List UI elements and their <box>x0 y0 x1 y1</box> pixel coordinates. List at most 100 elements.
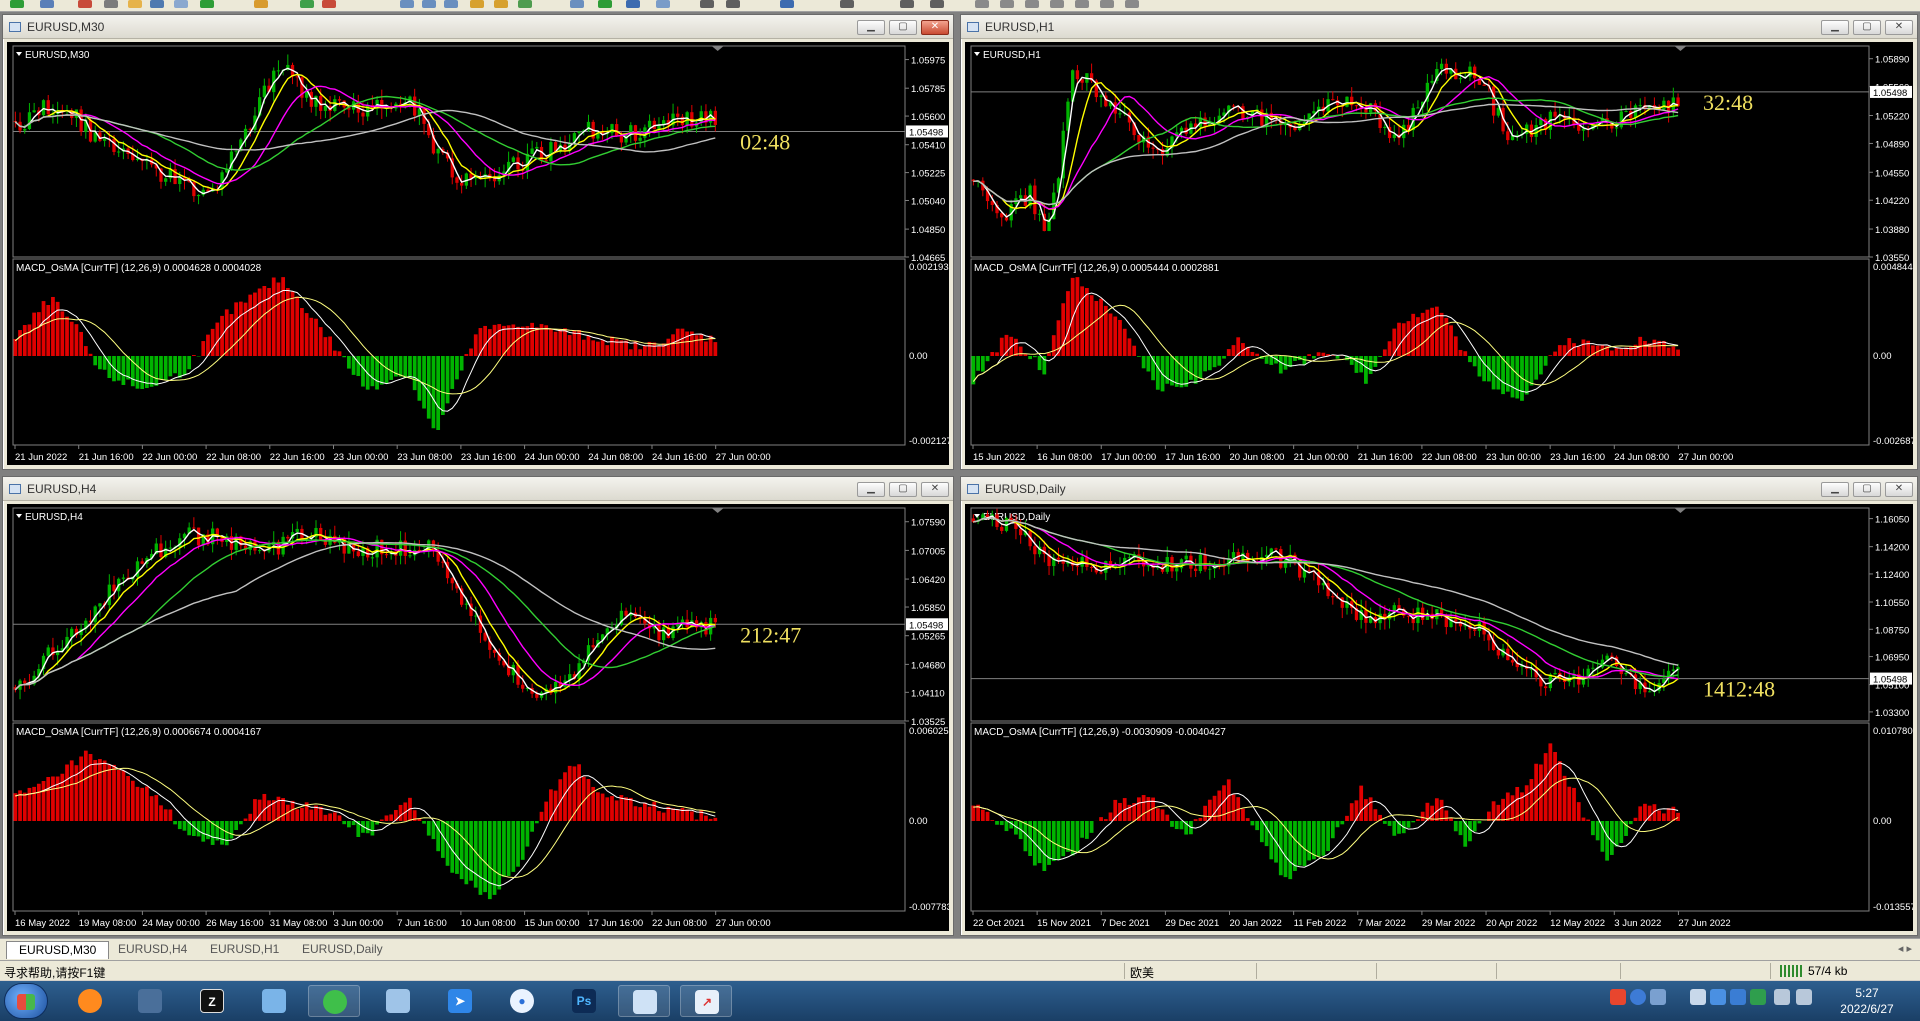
period-h4-icon[interactable] <box>1100 0 1114 8</box>
taskbar-metatrader[interactable]: ↗ <box>680 985 732 1017</box>
taskbar-baidu[interactable]: ● <box>496 985 548 1017</box>
window-titlebar[interactable]: EURUSD,Daily ▁ ▢ ✕ <box>961 477 1917 501</box>
defender-icon[interactable] <box>1750 989 1766 1005</box>
ime-icon[interactable] <box>1650 989 1666 1005</box>
taskbar-wechat[interactable] <box>308 985 360 1017</box>
security-shield-icon[interactable] <box>1730 989 1746 1005</box>
close-button[interactable]: ✕ <box>1885 20 1913 35</box>
tab-eurusd-daily[interactable]: EURUSD,Daily <box>290 941 395 959</box>
help-icon[interactable] <box>1630 989 1646 1005</box>
taskbar-text-editor[interactable]: Z <box>186 985 238 1017</box>
cursor-icon[interactable] <box>700 0 714 8</box>
crosshair-icon[interactable] <box>726 0 740 8</box>
chart-window-icon <box>9 484 21 494</box>
autotrading-icon[interactable] <box>300 0 314 8</box>
periods-icon[interactable] <box>626 0 640 8</box>
zoom-out-icon[interactable] <box>494 0 508 8</box>
chart-window-m30[interactable]: EURUSD,M30 ▁ ▢ ✕ EURUSD,M30 1.05975 1.0578… <box>2 14 954 470</box>
minimize-button[interactable]: ▁ <box>1821 20 1849 35</box>
taskbar-computer[interactable] <box>248 985 300 1017</box>
minimize-button[interactable]: ▁ <box>1821 482 1849 497</box>
terminal-icon[interactable] <box>150 0 164 8</box>
taskbar-browser[interactable] <box>64 985 116 1017</box>
chart-area[interactable]: EURUSD,H4 1.07590 1.07005 1.06420 1.05850 1.0… <box>7 504 949 931</box>
candle-body <box>234 150 238 152</box>
templates-icon[interactable] <box>656 0 670 8</box>
period-m15-icon[interactable] <box>1025 0 1039 8</box>
ma-yellow-line <box>973 71 1679 210</box>
window-titlebar[interactable]: EURUSD,H1 ▁ ▢ ✕ <box>961 15 1917 39</box>
x-tick-label: 24 Jun 08:00 <box>588 452 643 463</box>
zoom-in-icon[interactable] <box>470 0 484 8</box>
candle-body <box>140 561 144 564</box>
trendline-icon[interactable] <box>780 0 794 8</box>
profiles-icon[interactable] <box>40 0 54 8</box>
indicators-icon[interactable] <box>598 0 612 8</box>
sogou-icon[interactable] <box>1610 989 1626 1005</box>
taskbar-clock[interactable]: 5:27 2022/6/27 <box>1822 985 1912 1017</box>
tester-icon[interactable] <box>174 0 188 8</box>
autotrading-status-icon[interactable] <box>322 0 336 8</box>
period-d1-icon[interactable] <box>1125 0 1139 8</box>
period-m1-icon[interactable] <box>975 0 989 8</box>
taskbar-network[interactable] <box>124 985 176 1017</box>
market-watch-icon[interactable] <box>78 0 92 8</box>
candle-body <box>117 151 121 153</box>
window-titlebar[interactable]: EURUSD,M30 ▁ ▢ ✕ <box>3 15 953 39</box>
maximize-button[interactable]: ▢ <box>1853 482 1881 497</box>
close-button[interactable]: ✕ <box>1885 482 1913 497</box>
chart-area[interactable]: EURUSD,M30 1.05975 1.05785 1.05600 1.05410 1.… <box>7 42 949 465</box>
tab-scroll-arrows-icon[interactable]: ◂ ▸ <box>1898 942 1912 955</box>
chart-svg[interactable]: EURUSD,Daily 1.160501.142001.124001.10550… <box>965 504 1913 931</box>
line-chart-icon[interactable] <box>444 0 458 8</box>
chart-area[interactable]: EURUSD,H11.058901.055601.052201.048901.0… <box>965 42 1913 465</box>
volume-icon[interactable] <box>1690 989 1706 1005</box>
taskbar-notes[interactable] <box>372 985 424 1017</box>
text-tool-icon[interactable] <box>840 0 854 8</box>
period-m5-icon[interactable] <box>1000 0 1014 8</box>
close-button[interactable]: ✕ <box>921 20 949 35</box>
autoscroll-icon[interactable] <box>570 0 584 8</box>
expert-icon[interactable] <box>254 0 268 8</box>
chart-window-daily[interactable]: EURUSD,Daily ▁ ▢ ✕ EURUSD,Daily 1.16050 1.… <box>960 476 1918 936</box>
tile-windows-icon[interactable] <box>518 0 532 8</box>
tab-eurusd-h1[interactable]: EURUSD,H1 <box>198 941 291 959</box>
candle-body <box>286 536 290 539</box>
connection-bars-icon <box>1780 965 1802 977</box>
period-m30-icon[interactable] <box>1050 0 1064 8</box>
maximize-button[interactable]: ▢ <box>889 20 917 35</box>
data-window-icon[interactable] <box>104 0 118 8</box>
minimize-button[interactable]: ▁ <box>857 482 885 497</box>
cloud-icon[interactable] <box>1710 989 1726 1005</box>
new-order-icon[interactable] <box>200 0 214 8</box>
maximize-button[interactable]: ▢ <box>1853 20 1881 35</box>
start-button[interactable] <box>4 983 48 1019</box>
minimize-button[interactable]: ▁ <box>857 20 885 35</box>
taskbar-explorer[interactable] <box>618 985 670 1017</box>
chart-svg[interactable]: EURUSD,H4 1.07590 1.07005 1.06420 1.05850 1.0… <box>7 504 949 931</box>
candle-chart-icon[interactable] <box>422 0 436 8</box>
speaker-tray-icon[interactable] <box>1796 989 1812 1005</box>
tab-eurusd-m30[interactable]: EURUSD,M30 <box>6 941 110 959</box>
network-tray-icon[interactable] <box>1774 989 1790 1005</box>
chart-area[interactable]: EURUSD,Daily 1.16050 1.14200 1.12400 1.10550… <box>965 504 1913 931</box>
chart-window-h4[interactable]: EURUSD,H4 ▁ ▢ ✕ EURUSD,H4 1.07590 1.07005 1… <box>2 476 954 936</box>
period-h1-icon[interactable] <box>1075 0 1089 8</box>
taskbar-photoshop[interactable]: Ps <box>558 985 610 1017</box>
shapes-tool-icon[interactable] <box>930 0 944 8</box>
close-button[interactable]: ✕ <box>921 482 949 497</box>
candle-body <box>1610 655 1614 657</box>
chart-svg[interactable]: EURUSD,M30 1.05975 1.05785 1.05600 1.05410 1.… <box>7 42 949 465</box>
chart-svg[interactable]: EURUSD,H11.058901.055601.052201.048901.0… <box>965 42 1913 465</box>
bar-chart-icon[interactable] <box>400 0 414 8</box>
chart-window-h1[interactable]: EURUSD,H1 ▁ ▢ ✕ EURUSD,H11.058901.055601… <box>960 14 1918 470</box>
navigator-icon[interactable] <box>128 0 142 8</box>
candle-body <box>41 100 46 116</box>
candle-body <box>1208 568 1212 570</box>
window-titlebar[interactable]: EURUSD,H4 ▁ ▢ ✕ <box>3 477 953 501</box>
arrows-tool-icon[interactable] <box>900 0 914 8</box>
taskbar-arrow-app[interactable]: ➤ <box>434 985 486 1017</box>
new-chart-icon[interactable] <box>10 0 24 8</box>
tab-eurusd-h4[interactable]: EURUSD,H4 <box>106 941 199 959</box>
maximize-button[interactable]: ▢ <box>889 482 917 497</box>
